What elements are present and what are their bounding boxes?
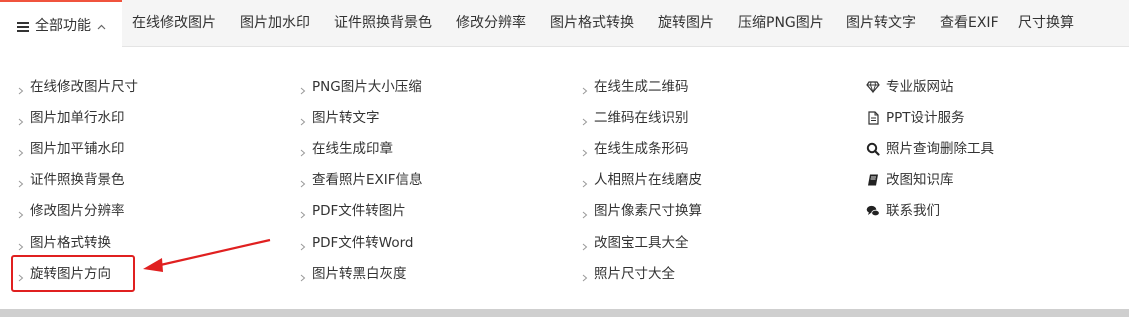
- annotation-arrow: [143, 238, 271, 272]
- bottom-divider-bar: [0, 309, 1129, 317]
